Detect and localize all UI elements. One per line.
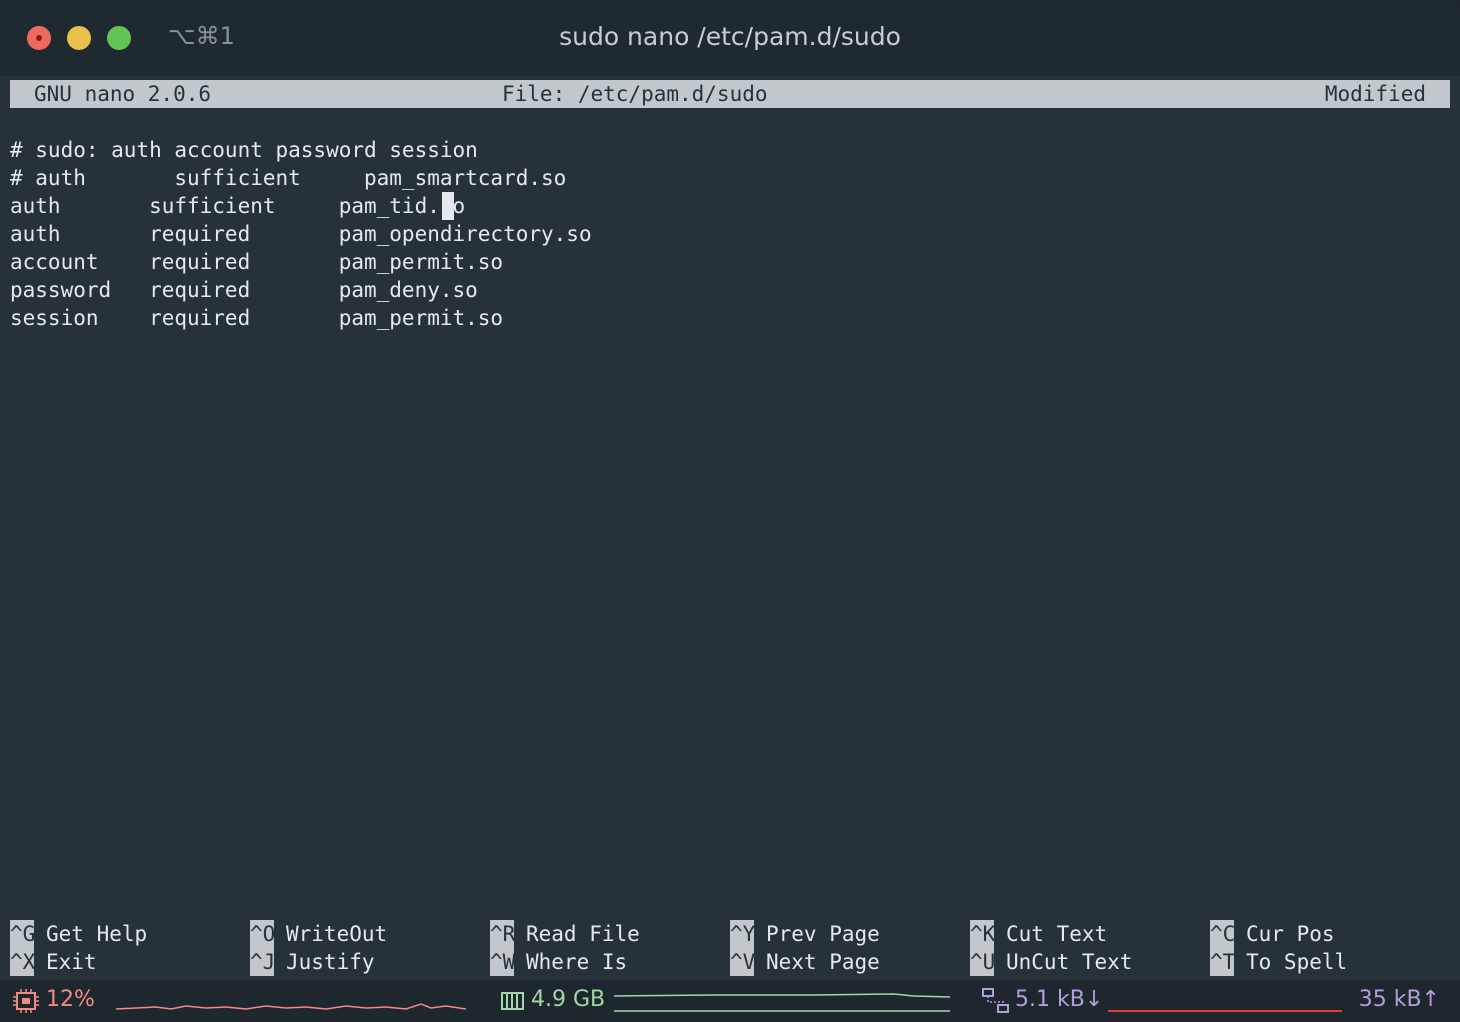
file-line[interactable]: # sudo: auth account password session	[10, 136, 478, 164]
file-line[interactable]: password required pam_deny.so	[10, 276, 478, 304]
network-upload: 35 kB↑	[1358, 987, 1440, 1012]
shortcut-next-page[interactable]: ^V Next Page	[730, 948, 880, 976]
file-line[interactable]: session required pam_permit.so	[10, 304, 503, 332]
network-graph	[1108, 1010, 1342, 1012]
shortcut-justify[interactable]: ^J Justify	[250, 948, 375, 976]
nano-version: GNU nano 2.0.6	[34, 82, 212, 106]
shortcut-where-is[interactable]: ^W Where Is	[490, 948, 627, 976]
shortcut-exit[interactable]: ^X Exit	[10, 948, 97, 976]
file-line[interactable]: auth required pam_opendirectory.so	[10, 220, 592, 248]
file-line[interactable]: # auth sufficient pam_smartcard.so	[10, 164, 566, 192]
memory-usage: 4.9 GB	[531, 987, 606, 1012]
file-line[interactable]: account required pam_permit.so	[10, 248, 503, 276]
terminal-window: ⌥⌘1 sudo nano /etc/pam.d/sudo GNU nano 2…	[0, 0, 1460, 1022]
nano-modified-status: Modified	[1324, 82, 1426, 106]
shortcut-read-file[interactable]: ^R Read File	[490, 920, 640, 948]
network-icon	[982, 988, 1009, 1013]
shortcut-writeout[interactable]: ^O WriteOut	[250, 920, 387, 948]
shortcut-uncut-text[interactable]: ^U UnCut Text	[970, 948, 1132, 976]
network-download: 5.1 kB↓	[1015, 987, 1104, 1012]
cpu-icon	[13, 989, 39, 1013]
memory-graph	[614, 993, 950, 1012]
memory-icon	[501, 992, 524, 1010]
status-bar: 12% 4.9 GB 5.1 kB↓ 35 kB↑	[0, 980, 1460, 1022]
shortcut-get-help[interactable]: ^G Get Help	[10, 920, 147, 948]
shortcut-cur-pos[interactable]: ^C Cur Pos	[1210, 920, 1335, 948]
nano-file-name: File: /etc/pam.d/sudo	[502, 82, 768, 106]
shortcut-to-spell[interactable]: ^T To Spell	[1210, 948, 1347, 976]
shortcut-prev-page[interactable]: ^Y Prev Page	[730, 920, 880, 948]
terminal-content[interactable]: GNU nano 2.0.6 File: /etc/pam.d/sudo Mod…	[0, 76, 1460, 980]
file-line[interactable]: auth sufficient pam_tid.so	[10, 192, 465, 220]
nano-title-bar: GNU nano 2.0.6 File: /etc/pam.d/sudo Mod…	[10, 80, 1450, 108]
cpu-graph	[116, 1003, 466, 1010]
text-cursor	[442, 192, 454, 220]
title-bar: ⌥⌘1 sudo nano /etc/pam.d/sudo	[0, 0, 1460, 76]
window-title: sudo nano /etc/pam.d/sudo	[559, 22, 901, 51]
cpu-usage: 12%	[46, 987, 95, 1012]
shortcut-cut-text[interactable]: ^K Cut Text	[970, 920, 1107, 948]
